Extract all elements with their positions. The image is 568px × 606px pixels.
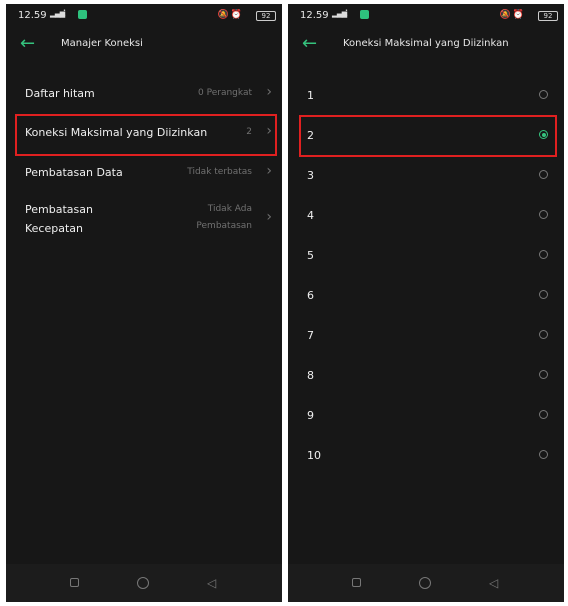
option-label: 3 xyxy=(307,169,314,182)
option-row[interactable]: 5 xyxy=(288,236,564,276)
blacklist-row[interactable]: Daftar hitam 0 Perangkat › xyxy=(6,84,282,104)
highlight-box xyxy=(299,115,557,157)
data-limit-row[interactable]: Pembatasan Data Tidak terbatas › xyxy=(6,163,282,183)
option-label: 5 xyxy=(307,249,314,262)
highlight-box xyxy=(15,114,277,156)
option-row[interactable]: 1 xyxy=(288,76,564,116)
chevron-right-icon: › xyxy=(266,163,272,179)
page-title: Koneksi Maksimal yang Diizinkan xyxy=(343,38,509,49)
status-time: 12.59 xyxy=(300,10,329,21)
row-label-line2: Kecepatan xyxy=(25,222,83,235)
page-title: Manajer Koneksi xyxy=(61,38,143,49)
silent-alarm-icons: 🔕⏰ xyxy=(217,10,244,20)
option-label: 1 xyxy=(307,89,314,102)
row-value: 0 Perangkat xyxy=(198,88,252,98)
row-value: Tidak terbatas xyxy=(187,167,252,177)
option-row[interactable]: 3 xyxy=(288,156,564,196)
speed-limit-row[interactable]: Pembatasan Kecepatan Tidak Ada Pembatasa… xyxy=(6,203,282,243)
chevron-right-icon: › xyxy=(266,209,272,225)
battery-icon: 92 xyxy=(538,11,558,21)
status-bar: 12.59 ▂▄▆ • • 🔕⏰ 92 xyxy=(6,4,282,26)
radio-button[interactable] xyxy=(539,290,548,299)
silent-alarm-icons: 🔕⏰ xyxy=(499,10,526,20)
option-row[interactable]: 7 xyxy=(288,316,564,356)
home-button[interactable] xyxy=(137,577,149,589)
option-label: 8 xyxy=(307,369,314,382)
option-label: 6 xyxy=(307,289,314,302)
connection-manager-screen: 12.59 ▂▄▆ • • 🔕⏰ 92 ← Manajer Koneksi Daf… xyxy=(6,4,282,602)
system-nav-bar: ◁ xyxy=(288,564,564,602)
status-time: 12.59 xyxy=(18,10,47,21)
app-header: ← Koneksi Maksimal yang Diizinkan xyxy=(288,30,564,60)
option-label: 7 xyxy=(307,329,314,342)
radio-button[interactable] xyxy=(539,450,548,459)
option-label: 10 xyxy=(307,449,321,462)
option-row[interactable]: 4 xyxy=(288,196,564,236)
option-row[interactable]: 8 xyxy=(288,356,564,396)
radio-button[interactable] xyxy=(539,410,548,419)
recents-button[interactable] xyxy=(352,578,361,587)
option-row[interactable]: 10 xyxy=(288,436,564,476)
network-speed-icon: • • xyxy=(345,8,348,19)
back-arrow-icon[interactable]: ← xyxy=(20,34,35,54)
chevron-right-icon: › xyxy=(266,84,272,100)
radio-button[interactable] xyxy=(539,330,548,339)
row-label-line1: Pembatasan xyxy=(25,203,93,216)
back-triangle-button[interactable]: ◁ xyxy=(489,576,498,590)
app-header: ← Manajer Koneksi xyxy=(6,30,282,60)
row-value-line2: Pembatasan xyxy=(196,221,252,231)
network-speed-icon: • • xyxy=(63,8,66,19)
system-nav-bar: ◁ xyxy=(6,564,282,602)
row-label: Daftar hitam xyxy=(25,87,95,100)
battery-icon: 92 xyxy=(256,11,276,21)
status-bar: 12.59 ▂▄▆ • • 🔕⏰ 92 xyxy=(288,4,564,26)
app-notification-icon xyxy=(360,10,369,19)
row-value-line1: Tidak Ada xyxy=(207,204,252,214)
radio-button[interactable] xyxy=(539,250,548,259)
radio-button[interactable] xyxy=(539,210,548,219)
radio-button[interactable] xyxy=(539,90,548,99)
max-connections-screen: 12.59 ▂▄▆ • • 🔕⏰ 92 ← Koneksi Maksimal ya… xyxy=(288,4,564,602)
row-label: Pembatasan Data xyxy=(25,166,123,179)
home-button[interactable] xyxy=(419,577,431,589)
option-row[interactable]: 6 xyxy=(288,276,564,316)
back-triangle-button[interactable]: ◁ xyxy=(207,576,216,590)
option-row[interactable]: 9 xyxy=(288,396,564,436)
radio-button[interactable] xyxy=(539,170,548,179)
radio-button[interactable] xyxy=(539,370,548,379)
option-label: 9 xyxy=(307,409,314,422)
recents-button[interactable] xyxy=(70,578,79,587)
back-arrow-icon[interactable]: ← xyxy=(302,34,317,54)
app-notification-icon xyxy=(78,10,87,19)
option-label: 4 xyxy=(307,209,314,222)
